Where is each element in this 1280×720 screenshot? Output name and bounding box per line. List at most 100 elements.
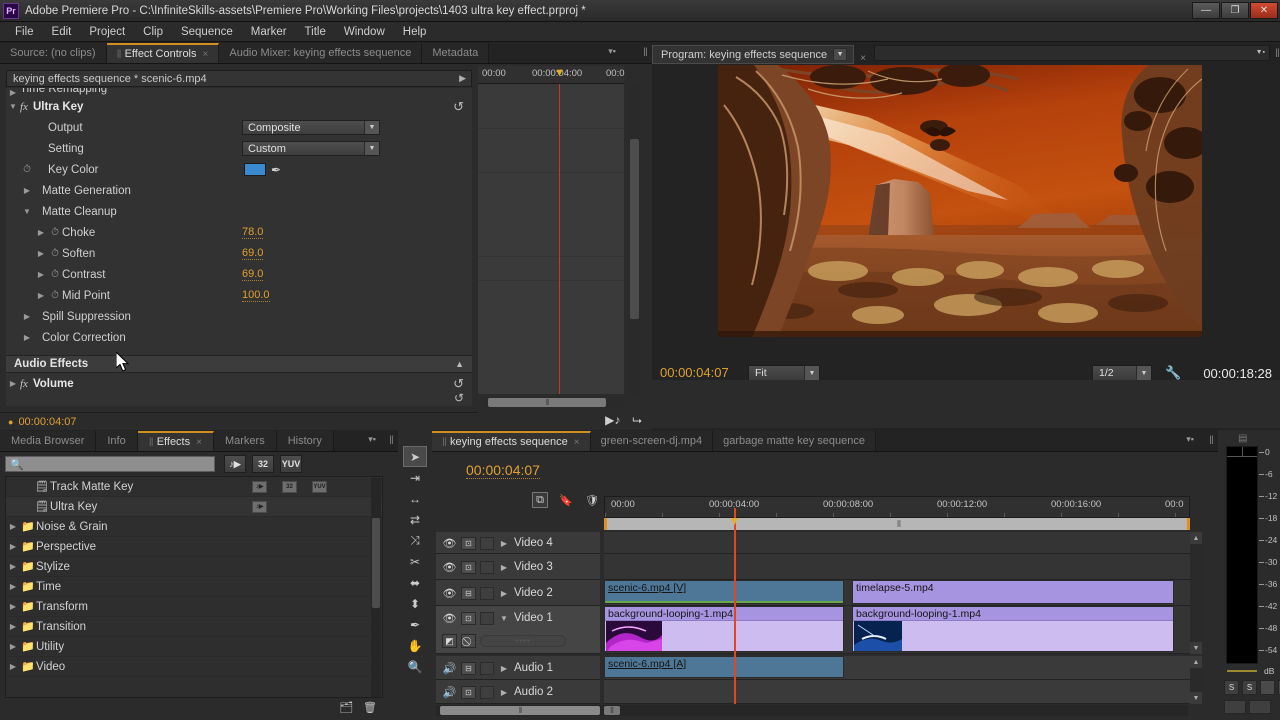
- menu-edit[interactable]: Edit: [43, 24, 81, 40]
- timeline-vscrollbar-upper[interactable]: ▲ ▼: [1190, 532, 1202, 654]
- scroll-up-icon[interactable]: ▲: [1190, 656, 1202, 668]
- timeline-playhead-handle-icon[interactable]: ▼: [728, 514, 741, 528]
- lock-pad[interactable]: [480, 612, 494, 625]
- program-current-time[interactable]: 00:00:04:07: [660, 365, 729, 381]
- tab-effect-controls[interactable]: ‖ Effect Controls ×: [107, 43, 220, 63]
- toggle-track-output-icon[interactable]: ⊡: [461, 561, 476, 574]
- list-item[interactable]: 🗒 Ultra Key ♪▶: [6, 497, 382, 517]
- footer-button-1[interactable]: [1224, 700, 1246, 714]
- lock-pad[interactable]: [480, 587, 494, 600]
- slip-tool[interactable]: ⬌: [403, 572, 427, 593]
- tab-source[interactable]: Source: (no clips): [0, 43, 107, 63]
- track-area-audio-1[interactable]: scenic-6.mp4 [A]: [604, 656, 1190, 680]
- meter-option-button-1[interactable]: [1260, 680, 1275, 695]
- track-effect-selector[interactable]: ▪▪▪▪: [480, 635, 566, 647]
- timeline-vscrollbar-lower[interactable]: ▲ ▼: [1190, 656, 1202, 704]
- track-select-tool[interactable]: ⇥: [403, 467, 427, 488]
- clip-indicators[interactable]: [1227, 447, 1257, 457]
- panel-grip-icon[interactable]: ▤: [1238, 433, 1246, 444]
- effect-controls-vscrollbar[interactable]: [629, 84, 640, 394]
- close-icon[interactable]: ×: [574, 437, 580, 448]
- chevron-down-icon[interactable]: ▼▪: [1256, 49, 1265, 56]
- track-header-video-3[interactable]: 👁 ⊡ ▶ Video 3: [436, 554, 600, 580]
- effects-tree-list[interactable]: 🗒 Track Matte Key ♪▶ 32 YUV 🗒 Ultra Key …: [5, 476, 383, 698]
- sync-lock-icon[interactable]: 🛡: [584, 492, 600, 508]
- track-header-audio-2[interactable]: 🔊 ⊡ ▶ Audio 2: [436, 680, 600, 704]
- list-item[interactable]: 🗒 Track Matte Key ♪▶ 32 YUV: [6, 477, 382, 497]
- menu-clip[interactable]: Clip: [134, 24, 172, 40]
- disclosure-icon[interactable]: ▶: [34, 249, 48, 258]
- speaker-icon[interactable]: 🔊: [442, 662, 457, 675]
- clip-background-looping-1-a[interactable]: background-looping-1.mp4: [604, 606, 844, 652]
- list-item[interactable]: ▶ 📁 Stylize: [6, 557, 382, 577]
- panel-menu-icon[interactable]: ▾▪: [368, 434, 376, 445]
- scroll-up-icon[interactable]: ▲: [1190, 532, 1202, 544]
- audio-effects-section-header[interactable]: Audio Effects ▲: [6, 355, 472, 373]
- effect-controls-current-time[interactable]: 00:00:04:07: [18, 416, 76, 428]
- effect-header-volume[interactable]: ▶ fx Volume ↺: [6, 373, 472, 394]
- solo-button-right[interactable]: S: [1242, 680, 1257, 695]
- param-row-choke[interactable]: ▶ ⏱ Choke 78.0: [6, 222, 472, 243]
- list-item[interactable]: ▶ 📁 Transition: [6, 617, 382, 637]
- disclosure-icon[interactable]: ▶: [20, 333, 34, 342]
- effect-controls-hscrollbar[interactable]: ⦀: [482, 397, 624, 408]
- disclosure-icon[interactable]: ▶: [20, 186, 34, 195]
- list-item[interactable]: ▶ 📁 Noise & Grain: [6, 517, 382, 537]
- list-item[interactable]: ▶ 📁 Utility: [6, 637, 382, 657]
- hand-tool[interactable]: ✋: [403, 635, 427, 656]
- list-item[interactable]: ▶ 📁 Time: [6, 577, 382, 597]
- param-row-setting[interactable]: Setting Custom ▼: [6, 138, 472, 159]
- param-contrast-value[interactable]: 69.0: [242, 268, 263, 281]
- slide-tool[interactable]: ⬍: [403, 593, 427, 614]
- toggle-track-output-icon[interactable]: ⊡: [461, 612, 476, 625]
- rolling-edit-tool[interactable]: ⇄: [403, 509, 427, 530]
- disclosure-icon[interactable]: ▶: [6, 379, 20, 388]
- disclosure-icon[interactable]: ▶: [6, 562, 20, 571]
- track-header-video-2[interactable]: 👁 ⊟ ▶ Video 2: [436, 580, 600, 606]
- delete-custom-item-icon[interactable]: 🗑: [363, 701, 377, 714]
- disclosure-icon[interactable]: ▶: [498, 589, 510, 598]
- close-icon[interactable]: ×: [860, 53, 866, 64]
- clip-timelapse-5[interactable]: timelapse-5.mp4: [852, 580, 1174, 604]
- track-area-video-4[interactable]: [604, 532, 1190, 554]
- disclosure-icon[interactable]: ▶: [6, 602, 20, 611]
- accelerated-filter-button[interactable]: ♪▶: [224, 455, 246, 473]
- disclosure-icon[interactable]: ▶: [498, 563, 510, 572]
- param-time-remapping[interactable]: ▶ Time Remapping: [6, 88, 472, 96]
- disclosure-icon[interactable]: ▶: [498, 539, 510, 548]
- effect-header-ultra-key[interactable]: ▼ fx Ultra Key ↺: [6, 96, 472, 117]
- list-item[interactable]: ▶ 📁 Transform: [6, 597, 382, 617]
- menu-title[interactable]: Title: [296, 24, 335, 40]
- zoom-tool[interactable]: 🔍: [403, 656, 427, 677]
- clip-scenic-6-a[interactable]: scenic-6.mp4 [A]: [604, 656, 844, 678]
- lock-pad[interactable]: [480, 537, 494, 550]
- param-soften-value[interactable]: 69.0: [242, 247, 263, 260]
- minimize-button[interactable]: —: [1192, 2, 1220, 19]
- tab-history[interactable]: History: [277, 431, 334, 451]
- reset-effect-icon[interactable]: ↺: [453, 99, 464, 115]
- reset-effect-icon[interactable]: ↺: [453, 376, 464, 392]
- param-row-mid-point[interactable]: ▶ ⏱ Mid Point 100.0: [6, 285, 472, 306]
- track-area-video-3[interactable]: [604, 554, 1190, 580]
- stopwatch-icon[interactable]: ⏱: [48, 269, 62, 280]
- clip-scenic-6-v[interactable]: scenic-6.mp4 [V]: [604, 580, 844, 604]
- param-row-color-correction[interactable]: ▶ Color Correction: [6, 327, 472, 348]
- menu-window[interactable]: Window: [335, 24, 394, 40]
- eye-icon[interactable]: 👁: [442, 561, 457, 574]
- razor-tool[interactable]: ✂: [403, 551, 427, 572]
- rate-stretch-tool[interactable]: ⤨: [403, 530, 427, 551]
- program-monitor-video-frame[interactable]: [718, 65, 1202, 337]
- loop-icon[interactable]: ⮡: [632, 413, 642, 428]
- scroll-down-icon[interactable]: ▼: [1190, 692, 1202, 704]
- eye-icon[interactable]: 👁: [442, 587, 457, 600]
- restore-button[interactable]: ❐: [1221, 2, 1249, 19]
- param-row-contrast[interactable]: ▶ ⏱ Contrast 69.0: [6, 264, 472, 285]
- snap-toggle-icon[interactable]: ⧉: [532, 492, 548, 508]
- menu-file[interactable]: File: [6, 24, 43, 40]
- lock-pad[interactable]: [480, 561, 494, 574]
- toggle-track-output-icon[interactable]: ⊡: [461, 686, 476, 699]
- collapse-icon[interactable]: ▲: [455, 359, 464, 369]
- program-monitor-secondary-bar[interactable]: ▼▪: [874, 45, 1270, 61]
- timeline-ruler[interactable]: 00:00 00:00:04:00 00:00:08:00 00:00:12:0…: [604, 496, 1190, 518]
- disclosure-icon[interactable]: ▶: [34, 228, 48, 237]
